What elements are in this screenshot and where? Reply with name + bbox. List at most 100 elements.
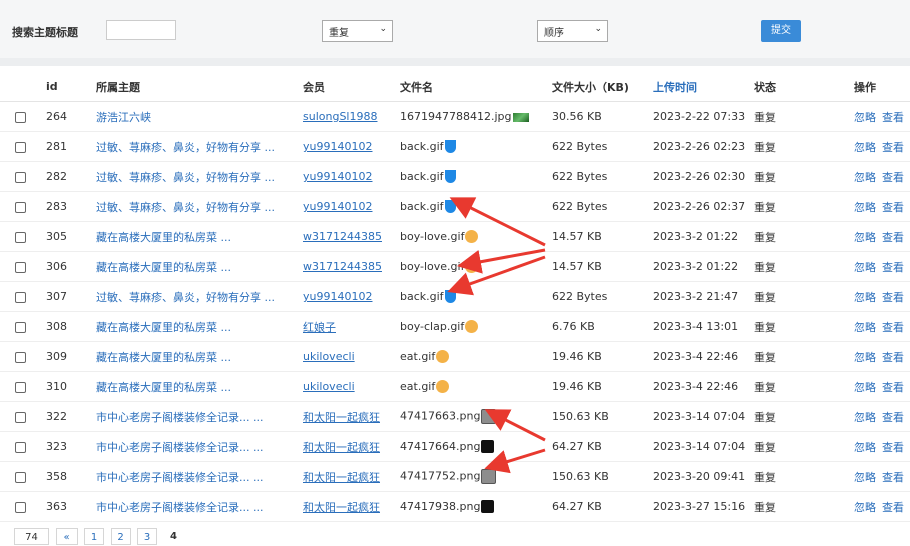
row-id: 283	[46, 191, 96, 222]
row-id: 309	[46, 341, 96, 372]
row-checkbox[interactable]	[15, 471, 26, 483]
row-topic-link[interactable]: 市中心老房子阁楼装修全记录... ...	[96, 471, 263, 484]
row-topic-link[interactable]: 游浩江六峡	[96, 111, 151, 124]
ignore-link[interactable]: 忽略	[854, 501, 876, 514]
row-filesize: 30.56 KB	[552, 101, 653, 132]
pagination-page-3[interactable]: 3	[137, 528, 157, 545]
row-member-link[interactable]: yu99140102	[303, 200, 372, 213]
row-checkbox[interactable]	[15, 261, 26, 273]
row-topic-link[interactable]: 市中心老房子阁楼装修全记录... ...	[96, 411, 263, 424]
order-select-value: 顺序	[544, 28, 564, 39]
row-checkbox[interactable]	[15, 231, 26, 243]
row-checkbox[interactable]	[15, 111, 26, 123]
row-member-link[interactable]: 和太阳一起疯狂	[303, 441, 380, 454]
row-status: 重复	[754, 431, 854, 462]
pagination-prev[interactable]: «	[55, 528, 78, 545]
ignore-link[interactable]: 忽略	[854, 411, 876, 424]
view-link[interactable]: 查看	[882, 141, 904, 154]
row-member-link[interactable]: yu99140102	[303, 170, 372, 183]
view-link[interactable]: 查看	[882, 171, 904, 184]
row-actions: 忽略 查看	[854, 251, 910, 282]
view-link[interactable]: 查看	[882, 501, 904, 514]
table-row: 323 市中心老房子阁楼装修全记录... ... 和太阳一起疯狂 47417664.p…	[0, 431, 910, 462]
row-topic-link[interactable]: 过敏、荨麻疹、鼻炎，好物有分享 ...	[96, 171, 275, 184]
view-link[interactable]: 查看	[882, 471, 904, 484]
view-link[interactable]: 查看	[882, 231, 904, 244]
view-link[interactable]: 查看	[882, 351, 904, 364]
ignore-link[interactable]: 忽略	[854, 261, 876, 274]
col-header-id: id	[46, 72, 96, 102]
ignore-link[interactable]: 忽略	[854, 471, 876, 484]
row-topic-link[interactable]: 藏在高楼大厦里的私房菜 ...	[96, 351, 231, 364]
row-topic-link[interactable]: 过敏、荨麻疹、鼻炎，好物有分享 ...	[96, 291, 275, 304]
row-checkbox[interactable]	[15, 381, 26, 393]
ignore-link[interactable]: 忽略	[854, 291, 876, 304]
row-checkbox[interactable]	[15, 141, 26, 153]
row-checkbox-cell	[0, 461, 46, 492]
order-select[interactable]: 顺序 ⌄	[537, 20, 608, 42]
row-actions: 忽略 查看	[854, 131, 910, 162]
row-member-link[interactable]: ukilovecli	[303, 350, 355, 363]
view-link[interactable]: 查看	[882, 261, 904, 274]
row-checkbox[interactable]	[15, 351, 26, 363]
row-topic-link[interactable]: 藏在高楼大厦里的私房菜 ...	[96, 381, 231, 394]
row-topic-link[interactable]: 市中心老房子阁楼装修全记录... ...	[96, 441, 263, 454]
row-checkbox[interactable]	[15, 321, 26, 333]
view-link[interactable]: 查看	[882, 381, 904, 394]
ignore-link[interactable]: 忽略	[854, 111, 876, 124]
ignore-link[interactable]: 忽略	[854, 201, 876, 214]
row-topic-link[interactable]: 市中心老房子阁楼装修全记录... ...	[96, 501, 263, 514]
ignore-link[interactable]: 忽略	[854, 351, 876, 364]
row-checkbox[interactable]	[15, 441, 26, 453]
row-checkbox[interactable]	[15, 411, 26, 423]
row-checkbox-cell	[0, 311, 46, 342]
row-topic-link[interactable]: 过敏、荨麻疹、鼻炎，好物有分享 ...	[96, 201, 275, 214]
table-row: 358 市中心老房子阁楼装修全记录... ... 和太阳一起疯狂 47417752.p…	[0, 461, 910, 492]
view-link[interactable]: 查看	[882, 111, 904, 124]
row-id: 363	[46, 491, 96, 522]
pagination-page-1[interactable]: 1	[84, 528, 104, 545]
col-header-actions: 操作	[854, 72, 910, 102]
row-filesize: 150.63 KB	[552, 401, 653, 432]
row-upload-time: 2023-3-2 21:47	[653, 281, 754, 312]
search-title-input[interactable]	[106, 20, 176, 40]
ignore-link[interactable]: 忽略	[854, 231, 876, 244]
pagination-page-2[interactable]: 2	[110, 528, 131, 545]
row-checkbox[interactable]	[15, 201, 26, 213]
view-link[interactable]: 查看	[882, 201, 904, 214]
row-topic-link[interactable]: 藏在高楼大厦里的私房菜 ...	[96, 231, 231, 244]
row-member-link[interactable]: ukilovecli	[303, 380, 355, 393]
row-upload-time: 2023-2-26 02:23	[653, 131, 754, 162]
row-checkbox[interactable]	[15, 501, 26, 513]
row-member-link[interactable]: 和太阳一起疯狂	[303, 411, 380, 424]
submit-button[interactable]: 提交	[761, 20, 801, 42]
row-member-link[interactable]: 红娘子	[303, 321, 336, 334]
row-member-link[interactable]: sulongSl1988	[303, 110, 377, 123]
ignore-link[interactable]: 忽略	[854, 441, 876, 454]
row-member-link[interactable]: w3171244385	[303, 260, 382, 273]
col-header-upload-time[interactable]: 上传时间	[653, 72, 754, 102]
status-select[interactable]: 重复 ⌄	[322, 20, 393, 42]
row-member-link[interactable]: w3171244385	[303, 230, 382, 243]
view-link[interactable]: 查看	[882, 321, 904, 334]
view-link[interactable]: 查看	[882, 441, 904, 454]
ignore-link[interactable]: 忽略	[854, 381, 876, 394]
row-filesize: 64.27 KB	[552, 431, 653, 462]
row-topic-link[interactable]: 藏在高楼大厦里的私房菜 ...	[96, 261, 231, 274]
row-member-link[interactable]: yu99140102	[303, 140, 372, 153]
row-checkbox[interactable]	[15, 171, 26, 183]
view-link[interactable]: 查看	[882, 411, 904, 424]
ignore-link[interactable]: 忽略	[854, 321, 876, 334]
row-status: 重复	[754, 461, 854, 492]
row-topic-link[interactable]: 藏在高楼大厦里的私房菜 ...	[96, 321, 231, 334]
view-link[interactable]: 查看	[882, 291, 904, 304]
row-checkbox[interactable]	[15, 291, 26, 303]
row-member-link[interactable]: 和太阳一起疯狂	[303, 471, 380, 484]
ignore-link[interactable]: 忽略	[854, 171, 876, 184]
table-row: 310 藏在高楼大厦里的私房菜 ... ukilovecli eat.gif 19.46…	[0, 371, 910, 402]
attachment-table: id 所属主题 会员 文件名 文件大小（KB) 上传时间 状态 操作 264 游浩…	[0, 72, 910, 522]
ignore-link[interactable]: 忽略	[854, 141, 876, 154]
row-topic-link[interactable]: 过敏、荨麻疹、鼻炎，好物有分享 ...	[96, 141, 275, 154]
row-member-link[interactable]: yu99140102	[303, 290, 372, 303]
row-member-link[interactable]: 和太阳一起疯狂	[303, 501, 380, 514]
